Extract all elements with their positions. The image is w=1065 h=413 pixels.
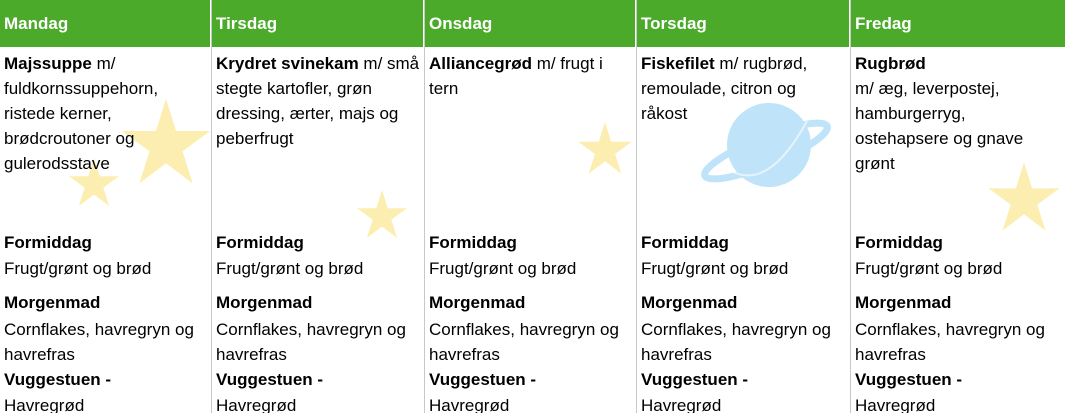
nursery-title: Vuggestuen - [429,370,537,389]
day-body: Alliancegrød m/ frugt i tern Formiddag F… [425,47,636,413]
morning-snack-title: Formiddag [855,233,943,252]
nursery-title: Vuggestuen - [216,370,324,389]
day-column-friday: Fredag Rugbrød m/ æg, leverpostej, hambu… [851,0,1065,413]
breakfast-title: Morgenmad [429,293,526,312]
day-header: Onsdag [425,0,636,47]
breakfast-title: Morgenmad [641,293,738,312]
day-header: Tirsdag [212,0,424,47]
nursery-text: Havregrød [4,396,85,413]
day-column-wednesday: Onsdag Alliancegrød m/ frugt i tern Form… [425,0,637,413]
lunch-dish-name: Krydret svinekam [216,54,359,73]
lunch-dish-name: Rugbrød [855,54,926,73]
lunch-dish: Krydret svinekam m/ små stegte kartofler… [216,51,420,229]
day-header: Torsdag [637,0,850,47]
breakfast-title: Morgenmad [855,293,952,312]
breakfast-text: Cornflakes, havregryn og havrefras [855,320,1045,364]
day-column-monday: Mandag Majssuppe m/ fuldkornssuppehorn, … [0,0,212,413]
breakfast-title: Morgenmad [216,293,313,312]
lunch-dish: Fiskefilet m/ rugbrød, remoulade, citron… [641,51,846,229]
nursery-title: Vuggestuen - [4,370,112,389]
nursery-text: Havregrød [216,396,297,413]
nursery-title: Vuggestuen - [641,370,749,389]
day-column-thursday: Torsdag Fiskefilet m/ rugbrød, remoulade… [637,0,851,413]
morning-snack-text: Frugt/grønt og brød [216,259,364,278]
lunch-dish-name: Alliancegrød [429,54,532,73]
morning-snack-text: Frugt/grønt og brød [4,259,152,278]
day-body: Fiskefilet m/ rugbrød, remoulade, citron… [637,47,850,413]
nursery-text: Havregrød [855,396,936,413]
nursery-text: Havregrød [641,396,722,413]
breakfast-text: Cornflakes, havregryn og havrefras [429,320,619,364]
morning-snack-text: Frugt/grønt og brød [855,259,1003,278]
breakfast-text: Cornflakes, havregryn og havrefras [641,320,831,364]
morning-snack-title: Formiddag [216,233,304,252]
nursery-title: Vuggestuen - [855,370,963,389]
lunch-dish-name: Majssuppe [4,54,92,73]
lunch-dish-name: Fiskefilet [641,54,715,73]
morning-snack-title: Formiddag [641,233,729,252]
morning-snack-title: Formiddag [4,233,92,252]
breakfast-text: Cornflakes, havregryn og havrefras [216,320,406,364]
lunch-dish: Alliancegrød m/ frugt i tern [429,51,632,229]
breakfast-text: Cornflakes, havregryn og havrefras [4,320,194,364]
lunch-dish-sides: m/ æg, leverpostej, hamburgerryg, osteha… [855,79,1024,173]
weekly-menu: Mandag Majssuppe m/ fuldkornssuppehorn, … [0,0,1065,413]
day-column-tuesday: Tirsdag Krydret svinekam m/ små stegte k… [212,0,425,413]
day-body: Rugbrød m/ æg, leverpostej, hamburgerryg… [851,47,1065,413]
nursery-text: Havregrød [429,396,510,413]
day-header: Fredag [851,0,1065,47]
day-body: Majssuppe m/ fuldkornssuppehorn, ristede… [0,47,211,413]
morning-snack-title: Formiddag [429,233,517,252]
day-body: Krydret svinekam m/ små stegte kartofler… [212,47,424,413]
lunch-dish: Majssuppe m/ fuldkornssuppehorn, ristede… [4,51,207,229]
morning-snack-text: Frugt/grønt og brød [641,259,789,278]
lunch-dish: Rugbrød m/ æg, leverpostej, hamburgerryg… [855,51,1061,229]
day-header: Mandag [0,0,211,47]
morning-snack-text: Frugt/grønt og brød [429,259,577,278]
breakfast-title: Morgenmad [4,293,101,312]
